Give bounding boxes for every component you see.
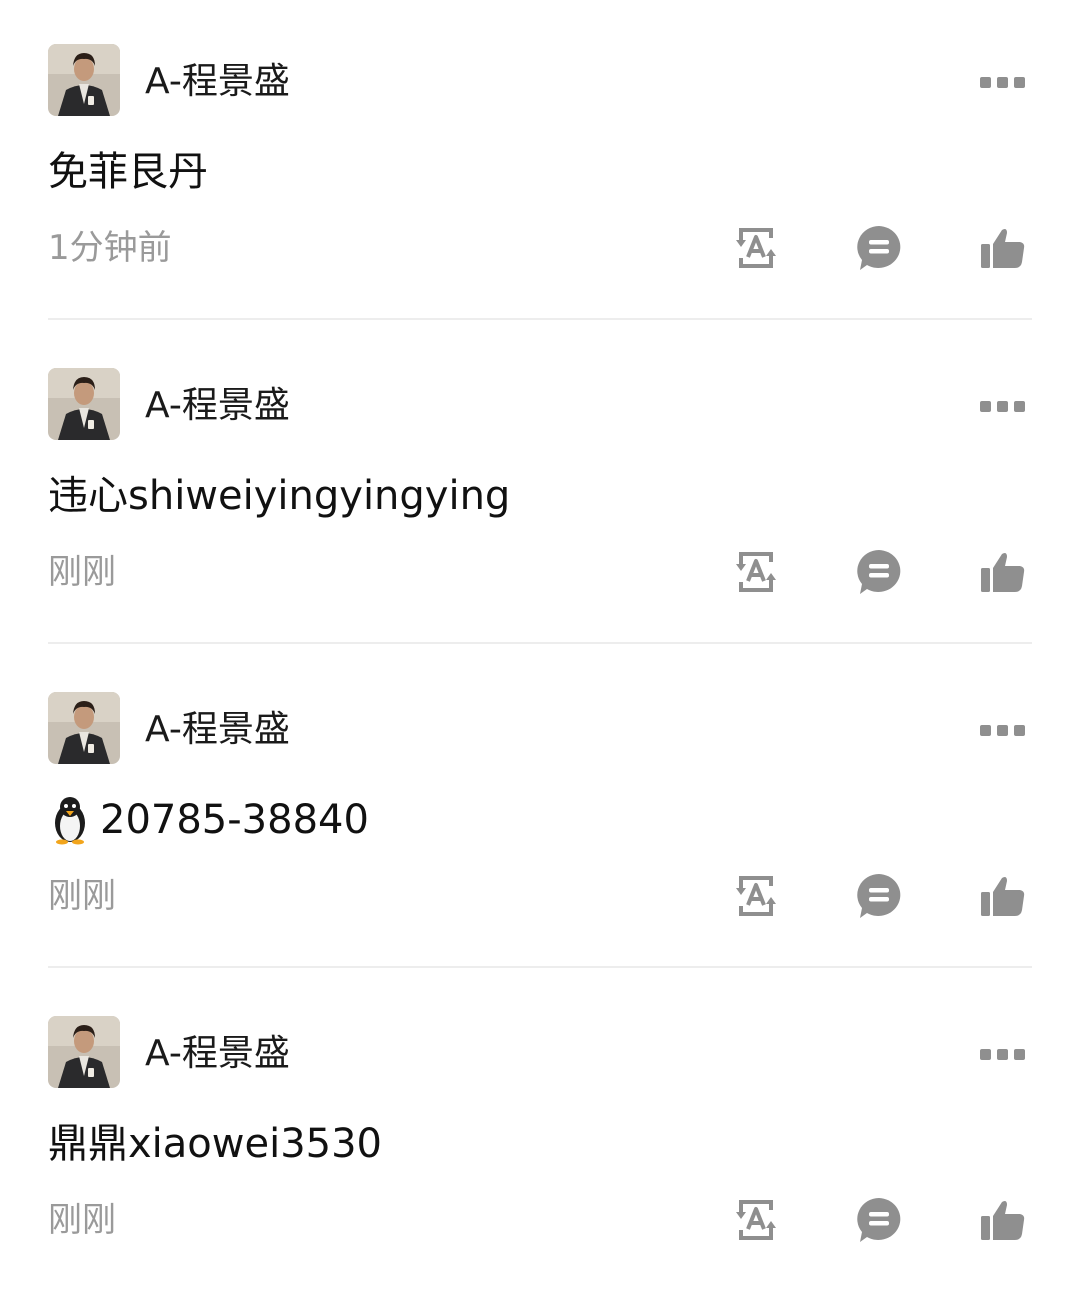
timestamp: 刚刚 bbox=[48, 1200, 116, 1240]
thumbs-up-icon bbox=[981, 553, 1025, 592]
translate-icon bbox=[736, 228, 776, 268]
penguin-icon bbox=[55, 797, 85, 845]
avatar[interactable] bbox=[48, 692, 120, 764]
more-dots-icon bbox=[979, 76, 991, 88]
avatar[interactable] bbox=[48, 368, 120, 440]
translate-button[interactable] bbox=[730, 870, 782, 922]
comment-button[interactable] bbox=[853, 222, 905, 274]
username[interactable]: A-程景盛 bbox=[145, 1032, 290, 1076]
thumbs-up-icon bbox=[981, 877, 1025, 916]
thumbs-up-icon bbox=[981, 229, 1025, 268]
avatar[interactable] bbox=[48, 1016, 120, 1088]
comment-item: A-程景盛 免菲艮丹 1分钟前 bbox=[0, 0, 1080, 324]
translate-button[interactable] bbox=[730, 222, 782, 274]
comment-button[interactable] bbox=[853, 1194, 905, 1246]
username[interactable]: A-程景盛 bbox=[145, 60, 290, 104]
comment-button[interactable] bbox=[853, 546, 905, 598]
like-button[interactable] bbox=[976, 222, 1028, 274]
divider bbox=[48, 966, 1032, 968]
more-options-button[interactable] bbox=[972, 70, 1032, 94]
username[interactable]: A-程景盛 bbox=[145, 384, 290, 428]
translate-icon bbox=[736, 876, 776, 916]
comment-item: A-程景盛 20785-38840 刚刚 bbox=[0, 648, 1080, 972]
thumbs-up-icon bbox=[981, 1201, 1025, 1240]
comment-icon bbox=[857, 874, 901, 918]
comment-text: 20785-38840 bbox=[48, 794, 369, 846]
comment-text: 违心shiweiyingyingying bbox=[48, 473, 511, 519]
comment-icon bbox=[857, 550, 901, 594]
more-dots-icon bbox=[979, 400, 991, 412]
translate-button[interactable] bbox=[730, 1194, 782, 1246]
more-dots-icon bbox=[979, 724, 991, 736]
divider bbox=[48, 642, 1032, 644]
avatar[interactable] bbox=[48, 44, 120, 116]
comment-item: A-程景盛 违心shiweiyingyingying 刚刚 bbox=[0, 324, 1080, 648]
more-options-button[interactable] bbox=[972, 718, 1032, 742]
translate-icon bbox=[736, 1200, 776, 1240]
timestamp: 1分钟前 bbox=[48, 228, 172, 268]
more-dots-icon bbox=[979, 1048, 991, 1060]
more-options-button[interactable] bbox=[972, 394, 1032, 418]
translate-button[interactable] bbox=[730, 546, 782, 598]
comment-button[interactable] bbox=[853, 870, 905, 922]
username[interactable]: A-程景盛 bbox=[145, 708, 290, 752]
comment-item: A-程景盛 鼎鼎xiaowei3530 刚刚 bbox=[0, 972, 1080, 1296]
comment-text: 鼎鼎xiaowei3530 bbox=[48, 1121, 383, 1167]
timestamp: 刚刚 bbox=[48, 552, 116, 592]
timestamp: 刚刚 bbox=[48, 876, 116, 916]
comment-text: 免菲艮丹 bbox=[48, 149, 208, 195]
like-button[interactable] bbox=[976, 1194, 1028, 1246]
like-button[interactable] bbox=[976, 870, 1028, 922]
translate-icon bbox=[736, 552, 776, 592]
divider bbox=[48, 318, 1032, 320]
comment-icon bbox=[857, 1198, 901, 1242]
more-options-button[interactable] bbox=[972, 1042, 1032, 1066]
comment-icon bbox=[857, 226, 901, 270]
like-button[interactable] bbox=[976, 546, 1028, 598]
